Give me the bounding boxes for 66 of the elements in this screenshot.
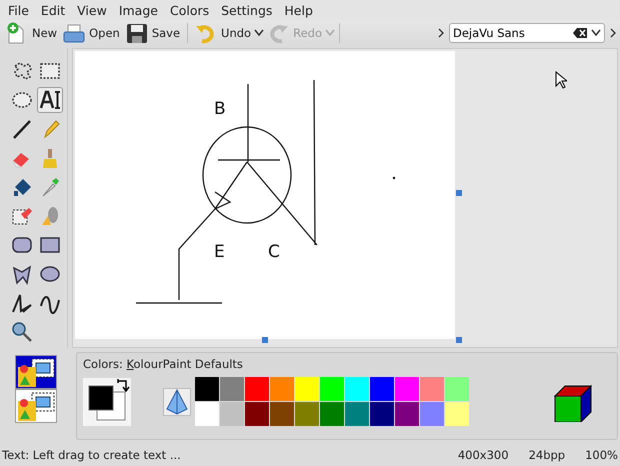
color-depth: 24bpp	[528, 448, 566, 462]
menu-item[interactable]: Settings	[215, 2, 278, 18]
color-swatch[interactable]	[295, 377, 319, 401]
canvas-text: B	[214, 99, 226, 119]
spraycan-icon	[39, 205, 61, 227]
resize-handle[interactable]	[456, 337, 462, 343]
canvas-text: C	[268, 242, 280, 262]
zoom-level: 100%	[585, 448, 618, 462]
color-swatch[interactable]	[420, 377, 444, 401]
open-button[interactable]: Open	[60, 21, 123, 45]
font-name-input[interactable]: DejaVu Sans	[453, 26, 569, 40]
panel-title: Colors: KolourPaint Defaults	[83, 356, 244, 373]
menu-item[interactable]: Image	[112, 2, 164, 18]
color-selector[interactable]	[83, 378, 131, 426]
menu-item[interactable]: Edit	[34, 2, 72, 18]
text-tool-icon	[39, 89, 61, 111]
color-swatch[interactable]	[270, 377, 294, 401]
undo-button[interactable]: Undo	[192, 21, 254, 45]
color-swatch[interactable]	[295, 402, 319, 426]
chevron-icon[interactable]	[437, 28, 445, 38]
resize-handle[interactable]	[456, 190, 462, 196]
polyline-icon	[11, 292, 33, 314]
color-swatch[interactable]	[245, 377, 269, 401]
color-swatch[interactable]	[220, 377, 244, 401]
color-swatch[interactable]	[420, 402, 444, 426]
lasso-select-icon	[11, 60, 33, 82]
color-swatch[interactable]	[195, 377, 219, 401]
printer-icon	[63, 22, 86, 44]
save-button[interactable]: Save	[122, 21, 184, 45]
color-swatch[interactable]	[345, 402, 369, 426]
status-message: Text: Left drag to create text ...	[2, 448, 181, 462]
menu-item[interactable]: Help	[278, 2, 319, 18]
color-swatch[interactable]	[395, 377, 419, 401]
color-swatch[interactable]	[345, 377, 369, 401]
color-swatch[interactable]	[370, 402, 394, 426]
opaque-selection-button[interactable]	[15, 355, 57, 389]
paint-bucket-icon	[11, 176, 33, 198]
line-icon	[11, 118, 33, 140]
color-swatch[interactable]	[245, 402, 269, 426]
new-button[interactable]: New	[3, 21, 60, 45]
color-swatch[interactable]	[195, 402, 219, 426]
polygon-icon	[11, 263, 33, 285]
chevron-icon[interactable]	[609, 28, 617, 38]
menu-item[interactable]: Colors	[164, 2, 216, 18]
color-swatch[interactable]	[270, 402, 294, 426]
color-swatch[interactable]	[320, 402, 344, 426]
clear-icon[interactable]	[573, 28, 587, 38]
color-swatch[interactable]	[445, 402, 469, 426]
color-swatch[interactable]	[445, 377, 469, 401]
magnifier-icon	[11, 321, 33, 343]
canvas-text: E	[214, 242, 225, 262]
color-eraser-icon	[11, 205, 33, 227]
menu-item[interactable]: View	[71, 2, 113, 18]
color-swatch[interactable]	[320, 377, 344, 401]
mouse-cursor-icon	[555, 71, 567, 89]
drawing-canvas[interactable]: B E C	[75, 51, 455, 339]
font-combo-box[interactable]: DejaVu Sans	[449, 23, 605, 43]
image-size: 400x300	[458, 448, 509, 462]
color-swatch[interactable]	[370, 377, 394, 401]
transparent-selection-button[interactable]	[15, 389, 57, 423]
color-similarity-button[interactable]	[163, 388, 191, 416]
menu-item[interactable]: File	[2, 2, 35, 18]
color-swatch[interactable]	[395, 402, 419, 426]
color-swatch[interactable]	[220, 402, 244, 426]
text-tool-tool-button[interactable]	[37, 87, 63, 113]
resize-handle[interactable]	[262, 337, 268, 343]
